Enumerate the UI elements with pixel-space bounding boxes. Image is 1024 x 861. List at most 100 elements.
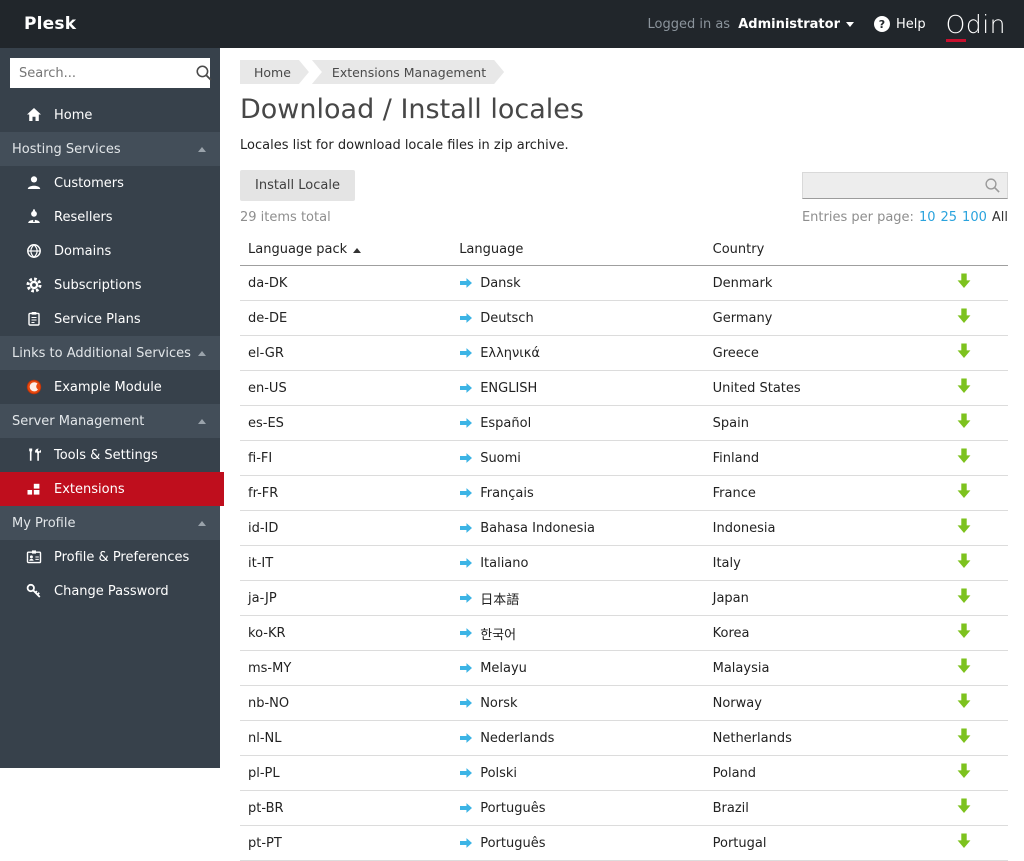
column-header-language[interactable]: Language [451, 235, 704, 266]
sidebar-item-service-plans[interactable]: Service Plans [0, 302, 220, 336]
download-icon[interactable] [957, 483, 971, 499]
help-button[interactable]: Help [874, 16, 926, 32]
cell-language-pack: es-ES [240, 406, 451, 441]
breadcrumb-home[interactable]: Home [240, 60, 309, 84]
sidebar-item-subscriptions[interactable]: Subscriptions [0, 268, 220, 302]
service-plans-icon [26, 311, 42, 327]
breadcrumb-extensions-management[interactable]: Extensions Management [312, 60, 504, 84]
table-row: nb-NO Norsk Norway [240, 686, 1008, 721]
sidebar-item-resellers[interactable]: Resellers [0, 200, 220, 234]
download-icon[interactable] [957, 413, 971, 429]
sidebar-group-additional-services[interactable]: Links to Additional Services [0, 336, 220, 370]
sidebar-item-customers[interactable]: Customers [0, 166, 220, 200]
column-header-language-pack[interactable]: Language pack [240, 235, 451, 266]
sidebar-group-hosting-services[interactable]: Hosting Services [0, 132, 220, 166]
cell-language-pack: ja-JP [240, 581, 451, 616]
entries-per-page: Entries per page:1025100All [802, 210, 1008, 225]
cell-language-pack: pt-PT [240, 826, 451, 861]
cell-language: Português [480, 836, 545, 851]
download-icon[interactable] [957, 833, 971, 849]
sidebar-item-tools-settings[interactable]: Tools & Settings [0, 438, 220, 472]
download-icon[interactable] [957, 308, 971, 324]
cell-country: Indonesia [705, 511, 920, 546]
items-total: 29 items total [240, 210, 331, 225]
download-icon[interactable] [957, 518, 971, 534]
sidebar-search [10, 58, 210, 88]
page-title: Download / Install locales [240, 94, 1008, 125]
sidebar-item-change-password[interactable]: Change Password [0, 574, 220, 608]
column-header-download [920, 235, 1008, 266]
table-search-icon[interactable] [984, 177, 1001, 194]
download-icon[interactable] [957, 798, 971, 814]
install-locale-button[interactable]: Install Locale [240, 170, 355, 201]
table-row: ms-MY Melayu Malaysia [240, 651, 1008, 686]
column-header-label: Language pack [248, 242, 347, 257]
collapse-caret-icon [198, 147, 206, 152]
search-icon[interactable] [195, 64, 213, 82]
language-arrow-icon [459, 487, 473, 499]
sidebar-item-home[interactable]: Home [0, 98, 220, 132]
download-icon[interactable] [957, 343, 971, 359]
plesk-logo[interactable]: Plesk [24, 14, 76, 34]
cell-country: Norway [705, 686, 920, 721]
current-user[interactable]: Administrator [738, 17, 840, 32]
entries-option-100[interactable]: 100 [962, 210, 987, 225]
download-icon[interactable] [957, 763, 971, 779]
sort-ascending-icon [353, 248, 361, 253]
sidebar-item-label: Domains [54, 244, 111, 259]
download-icon[interactable] [957, 448, 971, 464]
cell-language-pack: ms-MY [240, 651, 451, 686]
cell-language-pack: el-GR [240, 336, 451, 371]
language-arrow-icon [459, 627, 473, 639]
home-icon [26, 107, 42, 123]
sidebar-item-label: Example Module [54, 380, 162, 395]
sidebar-group-server-management[interactable]: Server Management [0, 404, 220, 438]
cell-language: Suomi [480, 451, 521, 466]
sidebar-search-input[interactable] [10, 66, 195, 81]
sidebar-item-domains[interactable]: Domains [0, 234, 220, 268]
sidebar-item-profile-preferences[interactable]: Profile & Preferences [0, 540, 220, 574]
download-icon[interactable] [957, 553, 971, 569]
table-row: pt-PT Português Portugal [240, 826, 1008, 861]
breadcrumb: Home Extensions Management [240, 60, 1008, 84]
sidebar-item-label: Subscriptions [54, 278, 142, 293]
user-dropdown-caret-icon [846, 22, 854, 27]
language-arrow-icon [459, 522, 473, 534]
cell-country: Poland [705, 756, 920, 791]
column-header-country[interactable]: Country [705, 235, 920, 266]
entries-option-25[interactable]: 25 [941, 210, 958, 225]
download-icon[interactable] [957, 273, 971, 289]
table-search-input[interactable] [803, 178, 984, 193]
download-icon[interactable] [957, 693, 971, 709]
download-icon[interactable] [957, 623, 971, 639]
entries-option-all[interactable]: All [992, 210, 1008, 225]
cell-country: Brazil [705, 791, 920, 826]
domains-icon [26, 243, 42, 259]
cell-language: Français [480, 486, 534, 501]
table-row: de-DE Deutsch Germany [240, 301, 1008, 336]
language-arrow-icon [459, 697, 473, 709]
language-arrow-icon [459, 767, 473, 779]
cell-language-pack: it-IT [240, 546, 451, 581]
download-icon[interactable] [957, 728, 971, 744]
help-label: Help [896, 17, 926, 32]
table-row: id-ID Bahasa Indonesia Indonesia [240, 511, 1008, 546]
cell-language-pack: id-ID [240, 511, 451, 546]
download-icon[interactable] [957, 658, 971, 674]
download-icon[interactable] [957, 378, 971, 394]
sidebar-item-example-module[interactable]: Example Module [0, 370, 220, 404]
entries-option-10[interactable]: 10 [919, 210, 936, 225]
download-icon[interactable] [957, 588, 971, 604]
logged-in-as[interactable]: Logged in as Administrator [648, 17, 855, 32]
sidebar-group-my-profile[interactable]: My Profile [0, 506, 220, 540]
cell-language-pack: fr-FR [240, 476, 451, 511]
cell-language-pack: da-DK [240, 266, 451, 301]
sidebar-item-extensions[interactable]: Extensions [0, 472, 224, 506]
cell-country: Greece [705, 336, 920, 371]
sidebar-item-label: Extensions [54, 482, 125, 497]
language-arrow-icon [459, 382, 473, 394]
cell-language: Melayu [480, 661, 527, 676]
top-bar: Plesk Logged in as Administrator Help Od… [0, 0, 1024, 48]
cell-language-pack: nl-NL [240, 721, 451, 756]
subscriptions-icon [26, 277, 42, 293]
